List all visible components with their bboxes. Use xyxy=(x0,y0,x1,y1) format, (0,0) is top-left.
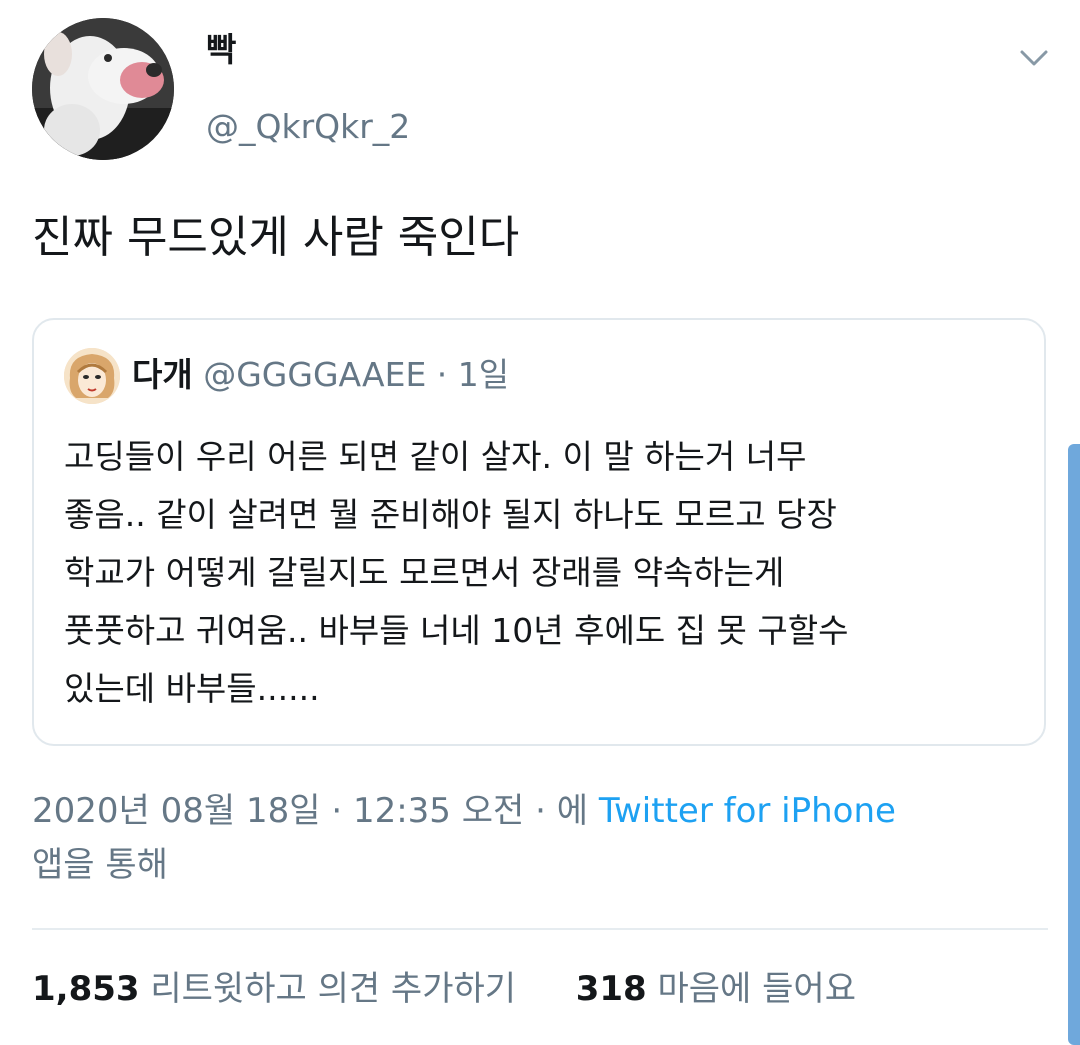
quoted-tweet-line: 좋음.. 같이 살려면 뭘 준비해야 될지 하나도 모르고 당장 xyxy=(64,495,837,534)
author-handle[interactable]: @_QkrQkr_2 xyxy=(206,105,410,149)
author-display-name[interactable]: 빡 xyxy=(206,30,236,70)
quoted-author-handle[interactable]: @GGGGAAEE xyxy=(203,355,426,394)
source-link[interactable]: Twitter for iPhone xyxy=(599,791,896,831)
quoted-tweet-time: 1일 xyxy=(457,355,510,394)
via-suffix: 앱을 통해 xyxy=(32,845,168,885)
retweets-count: 1,853 xyxy=(32,969,140,1009)
illustrated-face-avatar-icon[interactable] xyxy=(64,348,120,404)
separator-dot: · xyxy=(331,791,343,831)
via-prefix: 에 xyxy=(556,791,589,831)
tweet-date: 2020년 08월 18일 xyxy=(32,791,321,831)
quoted-tweet-body: 고딩들이 우리 어른 되면 같이 살자. 이 말 하는거 너무 좋음.. 같이 … xyxy=(64,428,1014,718)
likes-stat[interactable]: 318 마음에 들어요 xyxy=(576,969,856,1009)
separator-dot: · xyxy=(535,791,546,831)
quoted-tweet-line: 있는데 바부들...... xyxy=(64,669,320,708)
separator-dot: · xyxy=(436,355,448,394)
likes-count: 318 xyxy=(575,969,647,1009)
quoted-tweet-line: 학교가 어떻게 갈릴지도 모르면서 장래를 약속하는게 xyxy=(64,553,785,592)
tweet-time: 12:35 오전 xyxy=(352,791,525,831)
quoted-tweet-line: 풋풋하고 귀여움.. 바부들 너네 10년 후에도 집 못 구할수 xyxy=(64,611,849,650)
quoted-tweet-line: 고딩들이 우리 어른 되면 같이 살자. 이 말 하는거 너무 xyxy=(64,437,807,476)
retweets-label: 리트윗하고 의견 추가하기 xyxy=(150,969,517,1009)
quoted-tweet-header: 다개 @GGGGAAEE · 1일 xyxy=(132,350,509,400)
tweet-stats: 1,853 리트윗하고 의견 추가하기 318 마음에 들어요 xyxy=(32,964,856,1014)
likes-label: 마음에 들어요 xyxy=(657,969,856,1009)
scrollbar[interactable] xyxy=(1068,444,1080,1045)
dog-avatar-icon[interactable] xyxy=(32,18,174,160)
tweet-text: 진짜 무드있게 사람 죽인다 xyxy=(32,212,520,263)
quoted-author-name[interactable]: 다개 xyxy=(132,355,193,394)
retweets-stat[interactable]: 1,853 리트윗하고 의견 추가하기 xyxy=(32,969,527,1009)
tweet-metadata: 2020년 08월 18일 · 12:35 오전 · 에 Twitter for… xyxy=(32,784,1032,892)
divider xyxy=(32,928,1048,930)
chevron-down-icon[interactable] xyxy=(1014,40,1054,76)
quoted-tweet-card[interactable]: 다개 @GGGGAAEE · 1일 고딩들이 우리 어른 되면 같이 살자. 이… xyxy=(32,318,1046,746)
